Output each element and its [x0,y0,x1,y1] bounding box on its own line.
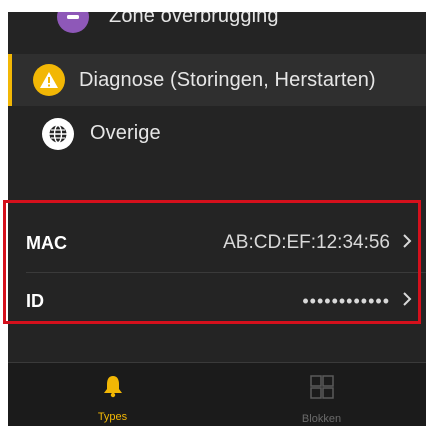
menu-item-overige[interactable]: Overige [8,107,426,160]
tab-types[interactable]: Types [8,363,217,426]
zone-icon [57,12,89,33]
warning-icon [33,64,65,96]
tab-bar: Types Blokken [8,363,426,426]
tab-label: Blokken [301,413,342,425]
menu-item-zone-overbrugging[interactable]: Zone overbrugging [8,12,426,43]
menu-item-label: Overige [90,122,161,144]
menu-item-label: Zone overbrugging [109,12,279,27]
menu-item-label: Diagnose (Storingen, Herstarten) [79,68,376,91]
grid-icon [309,374,335,405]
menu-item-diagnose[interactable]: Diagnose (Storingen, Herstarten) [8,54,426,106]
tab-blokken[interactable]: Blokken [217,363,426,426]
tab-label: Types [97,411,128,423]
highlight-annotation [3,200,421,324]
globe-icon [42,117,74,150]
bell-icon [102,374,124,403]
